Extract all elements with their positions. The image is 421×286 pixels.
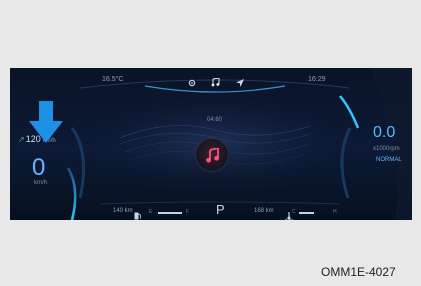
outside-temperature: 16.5°C bbox=[102, 76, 124, 83]
trip-time: 04:60 bbox=[207, 117, 223, 123]
range-left: 140 km bbox=[113, 208, 133, 214]
top-bar-icons bbox=[182, 74, 252, 87]
rpm-unit: x1000rpm bbox=[373, 146, 400, 152]
music-note-icon bbox=[206, 148, 219, 163]
instrument-cluster-display: 16.5°C 16:29 04:60 ↗120 km/h 0 km/h 0.0 x… bbox=[10, 68, 412, 220]
rpm-value: 0.0 bbox=[373, 124, 396, 141]
figure-caption: OMM1E-4027 bbox=[321, 265, 396, 279]
navigation-arrow-icon bbox=[236, 74, 244, 92]
callout-arrow-icon bbox=[29, 101, 63, 143]
manual-figure: 16.5°C 16:29 04:60 ↗120 km/h 0 km/h 0.0 x… bbox=[0, 0, 421, 286]
fuel-gauge-bar bbox=[158, 212, 182, 214]
range-right: 168 km bbox=[254, 208, 274, 214]
fuel-pump-icon bbox=[134, 207, 141, 220]
speed-unit: km/h bbox=[34, 180, 48, 186]
settings-icon bbox=[188, 74, 196, 92]
fuel-full-label: F bbox=[186, 209, 190, 215]
coolant-cold-label: C bbox=[292, 209, 296, 215]
speed-value: 0 bbox=[32, 154, 46, 181]
speed-limiter-icon: ↗ bbox=[18, 135, 25, 144]
coolant-hot-label: H bbox=[333, 209, 337, 215]
clock: 16:29 bbox=[308, 76, 326, 83]
coolant-gauge-bar bbox=[299, 212, 315, 214]
music-note-icon bbox=[211, 74, 220, 92]
media-music-button[interactable] bbox=[195, 138, 229, 172]
fuel-empty-label: E bbox=[149, 209, 153, 215]
gear-indicator: P bbox=[216, 202, 225, 217]
drive-mode: NORMAL bbox=[376, 157, 402, 163]
